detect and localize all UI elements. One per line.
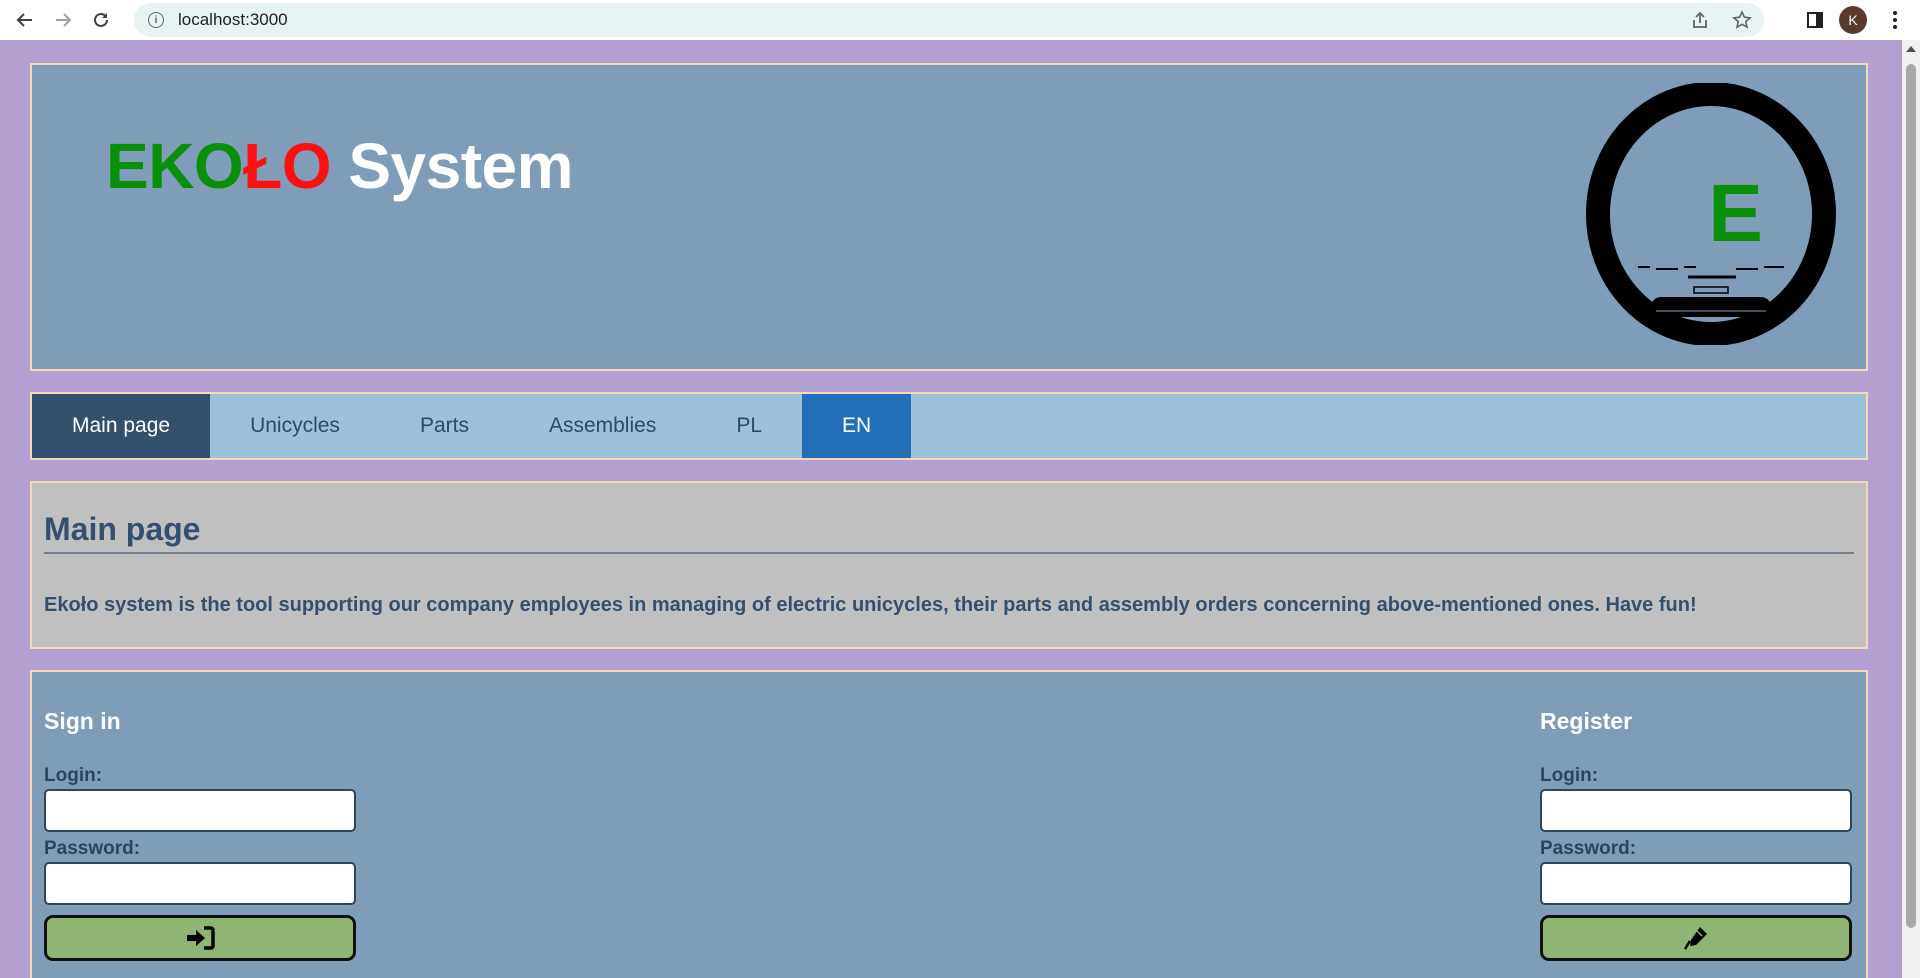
reload-button[interactable] [84,3,118,37]
register-login-label: Login: [1540,765,1599,786]
address-bar[interactable]: i localhost:3000 [134,3,1764,37]
site-info-icon[interactable]: i [148,12,164,28]
forward-button[interactable] [46,3,80,37]
scrollbar-thumb[interactable] [1906,64,1916,928]
auth-section: Sign in Login: Password: Register Login:… [30,670,1868,978]
nav-assemblies[interactable]: Assemblies [509,394,696,458]
page-description: Ekoło system is the tool supporting our … [44,594,1697,616]
register-button[interactable] [1540,915,1852,961]
sign-in-icon [187,926,215,950]
sign-in-title: Sign in [44,708,121,734]
sign-in-password-input[interactable] [44,862,356,905]
nav-parts[interactable]: Parts [380,394,509,458]
sign-in-password-label: Password: [44,838,141,859]
nav-main-page[interactable]: Main page [32,394,211,458]
scroll-up-arrow-icon[interactable] [1906,46,1916,52]
pen-icon [1683,927,1707,950]
lang-pl[interactable]: PL [696,394,802,458]
share-icon[interactable] [1690,10,1710,30]
side-panel-icon [1807,12,1823,28]
back-arrow-icon [16,13,32,27]
site-title: EKOŁO System [106,129,574,203]
forward-arrow-icon [56,13,72,27]
lang-en[interactable]: EN [802,394,912,458]
sign-in-form: Sign in Login: Password: [44,672,358,961]
avatar: K [1839,6,1867,34]
main-section: Main page Ekoło system is the tool suppo… [30,481,1868,649]
register-password-label: Password: [1540,838,1637,859]
brand-system: System [331,130,574,202]
nav-unicycles[interactable]: Unicycles [210,394,380,458]
register-password-input[interactable] [1540,862,1852,905]
logo-letter: E [1708,168,1763,259]
side-panel-button[interactable] [1800,3,1830,37]
bookmark-star-icon[interactable] [1732,10,1752,30]
more-vert-icon [1893,11,1897,29]
reload-icon [94,12,108,27]
browser-menu-button[interactable] [1880,3,1910,37]
profile-button[interactable]: K [1838,3,1868,37]
page-scrollbar[interactable] [1902,40,1920,978]
browser-toolbar: i localhost:3000 K [0,0,1920,40]
sign-in-button[interactable] [44,915,356,961]
brand-eko: EKO [106,130,244,202]
page: EKOŁO System E Main page Unicycles Parts… [0,40,1902,978]
register-form: Register Login: Password: [1540,672,1854,961]
sign-in-login-label: Login: [44,765,103,786]
page-title: Main page [44,511,1854,554]
register-title: Register [1540,708,1633,734]
url-text: localhost:3000 [178,10,288,29]
brand-lo: ŁO [243,130,332,202]
main-nav: Main page Unicycles Parts Assemblies PL … [30,392,1868,460]
register-login-input[interactable] [1540,789,1852,832]
sign-in-login-input[interactable] [44,789,356,832]
site-header: EKOŁO System E [30,63,1868,371]
back-button[interactable] [8,3,42,37]
